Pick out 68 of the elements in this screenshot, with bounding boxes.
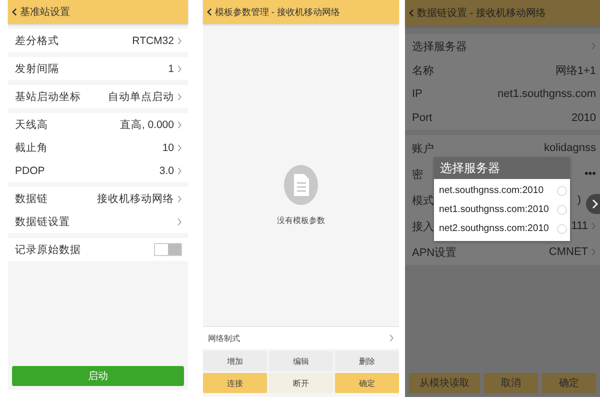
setting-label: 模式	[412, 194, 434, 208]
chevron-icon[interactable]	[177, 218, 182, 226]
setting-value: )	[577, 194, 581, 206]
setting-value[interactable]: 1	[168, 62, 174, 74]
server-option[interactable]: net1.southgnss.com:2010	[434, 200, 570, 219]
radio-button[interactable]	[557, 204, 567, 214]
action-button[interactable]: 连接	[203, 373, 267, 393]
setting-label: 记录原始数据	[15, 242, 81, 256]
setting-value[interactable]: RTCM32	[132, 34, 174, 46]
network-row[interactable]: 网络制式	[203, 326, 399, 349]
action-button[interactable]: 增加	[203, 351, 267, 371]
chevron-icon	[389, 334, 394, 342]
setting-label: 数据链	[15, 192, 48, 206]
setting-label: 密	[412, 168, 423, 182]
setting-label: 截止角	[15, 140, 48, 154]
setting-label: 选择服务器	[412, 40, 467, 54]
chevron-icon[interactable]	[591, 42, 596, 50]
setting-value[interactable]: 自动单点启动	[108, 90, 174, 104]
chevron-icon[interactable]	[177, 120, 182, 128]
action-button[interactable]: 删除	[335, 351, 399, 371]
server-option[interactable]: net.southgnss.com:2010	[434, 181, 570, 200]
back-icon[interactable]	[207, 8, 212, 16]
setting-label: 基站启动坐标	[15, 90, 81, 104]
setting-label: 账户	[412, 142, 434, 156]
chevron-icon[interactable]	[177, 36, 182, 44]
back-icon[interactable]	[12, 8, 17, 16]
chevron-icon[interactable]	[177, 194, 182, 202]
chevron-icon[interactable]	[177, 144, 182, 152]
screen-title: 基准站设置	[20, 6, 70, 19]
chevron-icon[interactable]	[177, 64, 182, 72]
setting-value[interactable]: 直高, 0.000	[120, 118, 174, 132]
setting-value: •••	[584, 168, 596, 180]
document-icon	[284, 164, 318, 204]
setting-label: 发射间隔	[15, 62, 59, 76]
setting-value[interactable]: 3.0	[159, 164, 174, 176]
setting-label: 接入	[412, 220, 434, 234]
empty-message: 没有模板参数	[277, 214, 325, 226]
setting-value: 网络1+1	[555, 64, 596, 78]
chevron-icon[interactable]	[591, 222, 596, 230]
setting-value: net1.southgnss.com	[498, 88, 596, 100]
radio-button[interactable]	[557, 186, 567, 196]
screen-title: 数据链设置 - 接收机移动网络	[417, 6, 546, 20]
setting-label: PDOP	[15, 164, 45, 176]
setting-value: 111	[571, 220, 588, 232]
setting-value: kolidagnss	[544, 142, 596, 154]
setting-label: Port	[412, 112, 432, 124]
radio-button[interactable]	[557, 224, 567, 234]
action-button[interactable]: 断开	[269, 373, 333, 393]
chevron-icon[interactable]	[177, 92, 182, 100]
setting-label: 数据链设置	[15, 214, 70, 228]
action-button[interactable]: 确定	[335, 373, 399, 393]
setting-value: 2010	[572, 112, 596, 124]
setting-label: 天线高	[15, 118, 48, 132]
setting-label: 差分格式	[15, 34, 59, 48]
setting-label: 名称	[412, 64, 434, 78]
next-arrow-icon[interactable]	[586, 194, 600, 214]
setting-value[interactable]: 接收机移动网络	[97, 192, 174, 206]
server-option[interactable]: net2.southgnss.com:2010	[434, 219, 570, 238]
setting-value[interactable]: 10	[162, 142, 174, 154]
setting-value: CMNET	[548, 246, 588, 258]
toggle-switch[interactable]	[154, 243, 182, 256]
dialog-title: 选择服务器	[434, 157, 570, 179]
action-button[interactable]: 编辑	[269, 351, 333, 371]
chevron-icon[interactable]	[591, 248, 596, 256]
chevron-icon[interactable]	[177, 166, 182, 174]
screen-title: 模板参数管理 - 接收机移动网络	[215, 6, 340, 18]
setting-label: APN设置	[412, 246, 457, 260]
setting-label: IP	[412, 88, 422, 100]
